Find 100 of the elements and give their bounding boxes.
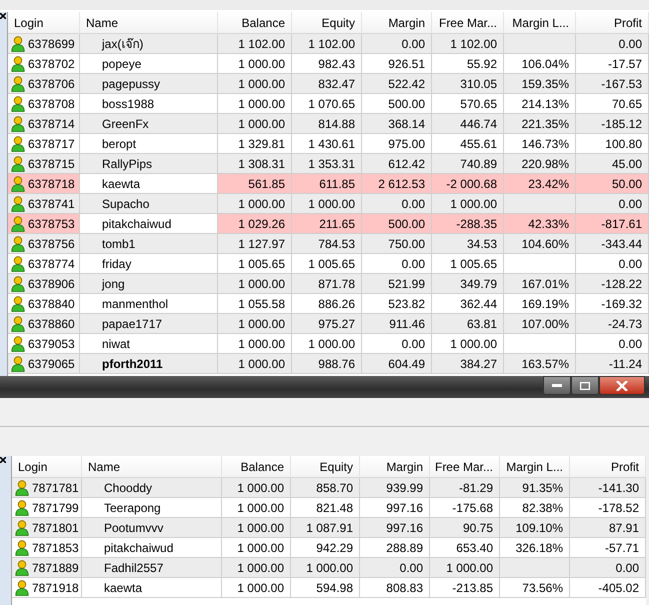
table-cell: 1 000.00 xyxy=(432,194,504,214)
table-cell: 214.13% xyxy=(504,94,576,114)
table-cell: boss1988 xyxy=(80,94,218,114)
table-cell: 911.46 xyxy=(362,314,432,334)
table-cell: 221.35% xyxy=(504,114,576,134)
account-login: 7871853 xyxy=(32,540,79,554)
account-login: 7871918 xyxy=(32,580,79,594)
close-icon xyxy=(616,380,628,390)
user-icon xyxy=(15,580,29,596)
user-icon xyxy=(15,540,29,556)
account-login: 6378708 xyxy=(28,96,75,110)
table-cell: -213.85 xyxy=(430,578,500,598)
column-header[interactable]: Free Mar... xyxy=(432,12,504,34)
column-header[interactable]: Margin L... xyxy=(504,12,576,34)
column-header[interactable]: Free Mar... xyxy=(430,456,500,478)
table-cell: 2 612.53 xyxy=(362,174,432,194)
table-cell: 821.48 xyxy=(291,498,360,518)
table-cell: 91.35% xyxy=(500,478,570,498)
column-header[interactable]: Name xyxy=(82,456,222,478)
table-cell: -185.12 xyxy=(576,114,649,134)
table-cell: 997.16 xyxy=(360,498,430,518)
minimize-button[interactable] xyxy=(543,376,571,395)
table-cell: 50.00 xyxy=(576,174,649,194)
account-login: 6378714 xyxy=(28,116,75,130)
table-cell: 42.33% xyxy=(504,214,576,234)
table-cell: 1 000.00 xyxy=(222,578,291,598)
user-icon xyxy=(11,276,25,292)
table-cell: -288.35 xyxy=(432,214,504,234)
table-cell: 211.65 xyxy=(292,214,362,234)
account-login: 6378706 xyxy=(28,76,75,90)
table-cell: 82.38% xyxy=(500,498,570,518)
table-cell: 107.00% xyxy=(504,314,576,334)
table-cell xyxy=(504,194,576,214)
table-cell: -175.68 xyxy=(430,498,500,518)
user-icon xyxy=(11,116,25,132)
table-cell: 604.49 xyxy=(362,354,432,374)
column-header[interactable]: Margin xyxy=(360,456,430,478)
user-icon xyxy=(15,500,29,516)
table-cell: 594.98 xyxy=(291,578,360,598)
table-cell: tomb1 xyxy=(80,234,218,254)
table-cell: 1 000.00 xyxy=(218,74,292,94)
user-icon xyxy=(11,236,25,252)
column-header[interactable]: Profit xyxy=(576,12,649,34)
account-login: 7871781 xyxy=(32,480,79,494)
table-cell: 0.00 xyxy=(362,34,432,54)
column-header[interactable]: Login xyxy=(12,456,82,478)
table-cell xyxy=(500,558,570,578)
column-header[interactable]: Balance xyxy=(222,456,291,478)
table-cell: 63.81 xyxy=(432,314,504,334)
table-cell: 871.78 xyxy=(292,274,362,294)
column-header[interactable]: Profit xyxy=(570,456,646,478)
close-button[interactable] xyxy=(599,376,645,395)
table-cell: niwat xyxy=(80,334,218,354)
table-cell: 106.04% xyxy=(504,54,576,74)
table-cell: -178.52 xyxy=(570,498,646,518)
account-login: 6378702 xyxy=(28,56,75,70)
column-header[interactable]: Margin L... xyxy=(500,456,570,478)
table-cell: 926.51 xyxy=(362,54,432,74)
table-cell: 858.70 xyxy=(291,478,360,498)
account-login: 6378715 xyxy=(28,156,75,170)
column-header[interactable]: Margin xyxy=(362,12,432,34)
account-login: 6378717 xyxy=(28,136,75,150)
table-cell: 1 430.61 xyxy=(292,134,362,154)
table-cell: 522.42 xyxy=(362,74,432,94)
table-cell: -128.22 xyxy=(576,274,649,294)
table-cell: 0.00 xyxy=(576,194,649,214)
column-header[interactable]: Equity xyxy=(291,456,360,478)
table-cell: beropt xyxy=(80,134,218,154)
table-cell: -57.71 xyxy=(570,538,646,558)
table-cell: Teerapong xyxy=(82,498,222,518)
table-cell: 0.00 xyxy=(362,254,432,274)
table-cell: 1 308.31 xyxy=(218,154,292,174)
table-cell: -24.73 xyxy=(576,314,649,334)
user-icon xyxy=(11,176,25,192)
table-cell: kaewta xyxy=(82,578,222,598)
table-cell: jong xyxy=(80,274,218,294)
table-cell: 1 000.00 xyxy=(218,334,292,354)
column-header[interactable]: Balance xyxy=(218,12,292,34)
table-cell: 1 102.00 xyxy=(292,34,362,54)
table-cell: 70.65 xyxy=(576,94,649,114)
table-cell: 34.53 xyxy=(432,234,504,254)
maximize-button[interactable] xyxy=(571,376,599,395)
close-icon[interactable] xyxy=(0,457,6,463)
table-cell: -343.44 xyxy=(576,234,649,254)
table-cell: -2 000.68 xyxy=(432,174,504,194)
table-cell: 1 005.65 xyxy=(292,254,362,274)
table-cell: -405.02 xyxy=(570,578,646,598)
column-header[interactable]: Login xyxy=(8,12,80,34)
account-login: 6378718 xyxy=(28,176,75,190)
table-cell: 521.99 xyxy=(362,274,432,294)
table-cell: 310.05 xyxy=(432,74,504,94)
account-login: 6379065 xyxy=(28,356,75,370)
close-icon[interactable] xyxy=(0,13,6,19)
user-icon xyxy=(11,216,25,232)
table-cell: 740.89 xyxy=(432,154,504,174)
column-header[interactable]: Equity xyxy=(292,12,362,34)
table-cell: 784.53 xyxy=(292,234,362,254)
account-login: 7871889 xyxy=(32,560,79,574)
column-header[interactable]: Name xyxy=(80,12,218,34)
table-cell: 169.19% xyxy=(504,294,576,314)
